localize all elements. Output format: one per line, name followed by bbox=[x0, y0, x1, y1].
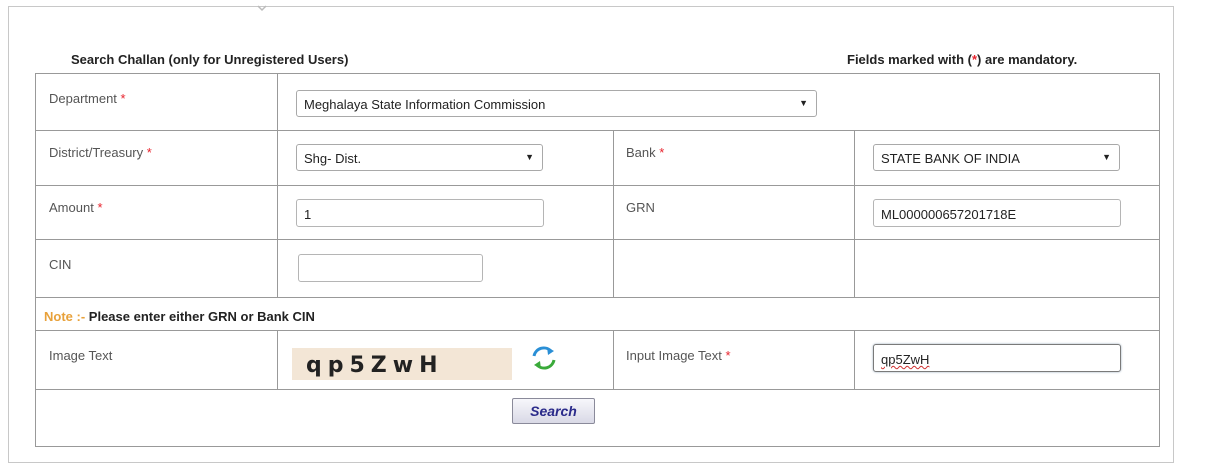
input-image-text-label: Input Image Text * bbox=[626, 348, 731, 363]
district-label: District/Treasury * bbox=[49, 145, 152, 160]
column-divider bbox=[277, 74, 278, 297]
cin-label: CIN bbox=[49, 257, 72, 272]
grn-input[interactable]: ML000000657201718E bbox=[873, 199, 1121, 227]
column-divider bbox=[854, 330, 855, 389]
row-divider bbox=[36, 330, 1159, 331]
row-divider bbox=[36, 297, 1159, 298]
image-text-label: Image Text bbox=[49, 348, 113, 363]
column-divider bbox=[277, 330, 278, 389]
chevron-down-icon: ▼ bbox=[799, 98, 808, 108]
mandatory-note: Fields marked with (*) are mandatory. bbox=[847, 52, 1078, 67]
captcha-image: qp5ZwH bbox=[292, 348, 512, 380]
note-text: Note :- Please enter either GRN or Bank … bbox=[44, 309, 315, 324]
input-image-text-field[interactable]: qp5ZwH bbox=[873, 344, 1121, 372]
department-label: Department * bbox=[49, 91, 126, 106]
column-divider bbox=[613, 130, 614, 297]
refresh-arrows-icon[interactable] bbox=[530, 344, 558, 372]
column-divider bbox=[613, 330, 614, 389]
decorative-mark-icon bbox=[257, 5, 267, 12]
row-divider bbox=[36, 239, 1159, 240]
bank-select[interactable]: STATE BANK OF INDIA ▼ bbox=[873, 144, 1120, 171]
grn-label: GRN bbox=[626, 200, 655, 215]
search-form: Department * Meghalaya State Information… bbox=[35, 73, 1160, 447]
search-button[interactable]: Search bbox=[512, 398, 595, 424]
chevron-down-icon: ▼ bbox=[1102, 152, 1111, 162]
row-divider bbox=[36, 130, 1159, 131]
bank-label: Bank * bbox=[626, 145, 665, 160]
amount-label: Amount * bbox=[49, 200, 103, 215]
amount-input[interactable]: 1 bbox=[296, 199, 544, 227]
chevron-down-icon: ▼ bbox=[525, 152, 534, 162]
department-select[interactable]: Meghalaya State Information Commission ▼ bbox=[296, 90, 817, 117]
row-divider bbox=[36, 389, 1159, 390]
row-divider bbox=[36, 185, 1159, 186]
page-title: Search Challan (only for Unregistered Us… bbox=[71, 52, 349, 67]
district-select[interactable]: Shg- Dist. ▼ bbox=[296, 144, 543, 171]
column-divider bbox=[854, 130, 855, 297]
cin-input[interactable] bbox=[298, 254, 483, 282]
